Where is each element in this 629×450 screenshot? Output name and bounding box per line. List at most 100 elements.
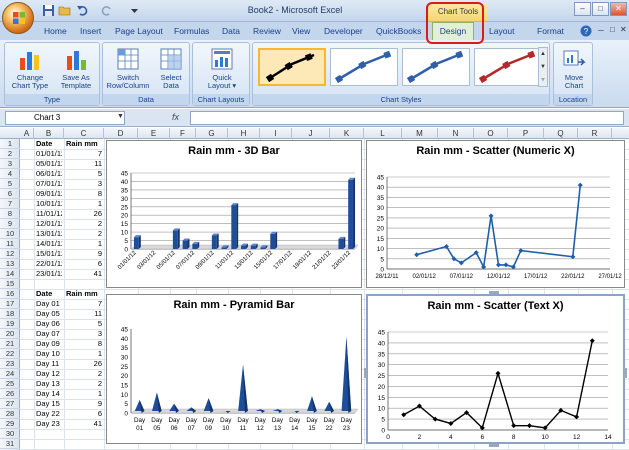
row-header-16[interactable]: 16 [0, 289, 20, 299]
close-button[interactable]: ✕ [610, 2, 627, 16]
row-header-28[interactable]: 28 [0, 409, 20, 419]
styles-scroll-down-icon[interactable]: ▼ [539, 61, 547, 74]
row-header-19[interactable]: 19 [0, 319, 20, 329]
row-header-13[interactable]: 13 [0, 259, 20, 269]
undo-icon[interactable] [76, 4, 89, 17]
column-header-k[interactable]: K [330, 128, 364, 139]
day-cell[interactable]: Day 01 [36, 299, 62, 309]
rain-cell[interactable]: 1 [66, 349, 102, 359]
date-cell[interactable]: 07/01/12 [36, 179, 62, 189]
ribbon-restore-icon[interactable]: □ [610, 25, 615, 34]
chart-style-3[interactable] [402, 48, 470, 86]
column-header-e[interactable]: E [138, 128, 170, 139]
office-button[interactable] [2, 2, 34, 34]
row-header-6[interactable]: 6 [0, 189, 20, 199]
styles-scroll-up-icon[interactable]: ▲ [539, 48, 547, 61]
tab-format[interactable]: Format [537, 26, 564, 36]
header-cell-rain[interactable]: Rain mm [66, 139, 102, 149]
column-header-i[interactable]: I [260, 128, 292, 139]
column-header-n[interactable]: N [438, 128, 474, 139]
rain-cell[interactable]: 1 [66, 389, 102, 399]
customize-qat-icon[interactable] [128, 4, 141, 17]
day-cell[interactable]: Day 06 [36, 319, 62, 329]
day-cell[interactable]: Day 11 [36, 359, 62, 369]
column-header-f[interactable]: F [170, 128, 196, 139]
day-cell[interactable]: Day 22 [36, 409, 62, 419]
row-header-22[interactable]: 22 [0, 349, 20, 359]
rain-cell[interactable]: 9 [66, 399, 102, 409]
day-cell[interactable]: Day 10 [36, 349, 62, 359]
column-header-l[interactable]: L [364, 128, 402, 139]
quick-layout-button[interactable]: Quick Layout ▾ [199, 46, 245, 90]
change-chart-type-button[interactable]: Change Chart Type [8, 46, 52, 90]
row-header-5[interactable]: 5 [0, 179, 20, 189]
move-chart-button[interactable]: Move Chart [556, 46, 592, 90]
ribbon-close-icon[interactable]: ✕ [620, 25, 627, 34]
row-header-20[interactable]: 20 [0, 329, 20, 339]
rain-cell[interactable]: 1 [66, 239, 102, 249]
tab-data[interactable]: Data [222, 26, 240, 36]
open-icon[interactable] [58, 4, 71, 17]
row-header-2[interactable]: 2 [0, 149, 20, 159]
tab-design[interactable]: Design [432, 22, 474, 41]
row-header-17[interactable]: 17 [0, 299, 20, 309]
maximize-button[interactable]: □ [592, 2, 609, 16]
chart-style-2[interactable] [330, 48, 398, 86]
row-header-9[interactable]: 9 [0, 219, 20, 229]
tab-view[interactable]: View [292, 26, 310, 36]
rain-cell[interactable]: 8 [66, 189, 102, 199]
select-data-button[interactable]: Select Data [153, 46, 189, 90]
row-header-1[interactable]: 1 [0, 139, 20, 149]
row-header-14[interactable]: 14 [0, 269, 20, 279]
column-header-d[interactable]: D [104, 128, 138, 139]
rain-cell[interactable]: 1 [66, 199, 102, 209]
date-cell[interactable]: 01/01/12 [36, 149, 62, 159]
date-cell[interactable]: 23/01/12 [36, 269, 62, 279]
rain-cell[interactable]: 41 [66, 419, 102, 429]
row-header-3[interactable]: 3 [0, 159, 20, 169]
rain-cell[interactable]: 7 [66, 149, 102, 159]
rain-cell[interactable]: 2 [66, 229, 102, 239]
chart-scatter-numeric[interactable]: Rain mm - Scatter (Numeric X) 0 5 10 15 20 25… [366, 140, 625, 288]
save-icon[interactable] [42, 4, 55, 17]
row-header-24[interactable]: 24 [0, 369, 20, 379]
row-header-27[interactable]: 27 [0, 399, 20, 409]
name-box-dropdown-icon[interactable]: ▼ [117, 113, 124, 120]
chart-style-4[interactable] [474, 48, 542, 86]
row-header-26[interactable]: 26 [0, 389, 20, 399]
date-cell[interactable]: 14/01/12 [36, 239, 62, 249]
help-icon[interactable]: ? [580, 25, 592, 37]
column-header-h[interactable]: H [228, 128, 260, 139]
row-header-11[interactable]: 11 [0, 239, 20, 249]
day-cell[interactable]: Day 07 [36, 329, 62, 339]
tab-home[interactable]: Home [44, 26, 67, 36]
row-header-30[interactable]: 30 [0, 429, 20, 439]
redo-icon[interactable] [100, 4, 113, 17]
row-header-4[interactable]: 4 [0, 169, 20, 179]
minimize-button[interactable]: – [574, 2, 591, 16]
ribbon-minimize-icon[interactable]: ─ [598, 26, 604, 35]
row-header-21[interactable]: 21 [0, 339, 20, 349]
date-cell[interactable]: 05/01/12 [36, 159, 62, 169]
rain-cell[interactable]: 2 [66, 369, 102, 379]
header-cell-date[interactable]: Date [36, 289, 62, 299]
insert-function-button[interactable]: fx [172, 112, 179, 122]
chart-resize-handle-top[interactable] [489, 291, 499, 294]
tab-quickbooks[interactable]: QuickBooks [376, 26, 421, 36]
rain-cell[interactable]: 3 [66, 179, 102, 189]
column-header-q[interactable]: Q [544, 128, 578, 139]
date-cell[interactable]: 22/01/12 [36, 259, 62, 269]
row-header-10[interactable]: 10 [0, 229, 20, 239]
name-box[interactable]: Chart 3 [5, 111, 125, 125]
column-header-m[interactable]: M [402, 128, 438, 139]
rain-cell[interactable]: 6 [66, 259, 102, 269]
chart-style-1[interactable] [258, 48, 326, 86]
rain-cell[interactable]: 26 [66, 359, 102, 369]
chart-scatter-text[interactable]: Rain mm - Scatter (Text X) 0 5 10 15 20 25 30 3… [366, 294, 625, 444]
rain-cell[interactable]: 41 [66, 269, 102, 279]
styles-more-icon[interactable]: ▿ [539, 74, 547, 87]
day-cell[interactable]: Day 05 [36, 309, 62, 319]
date-cell[interactable]: 12/01/12 [36, 219, 62, 229]
rain-cell[interactable]: 5 [66, 169, 102, 179]
day-cell[interactable]: Day 12 [36, 369, 62, 379]
